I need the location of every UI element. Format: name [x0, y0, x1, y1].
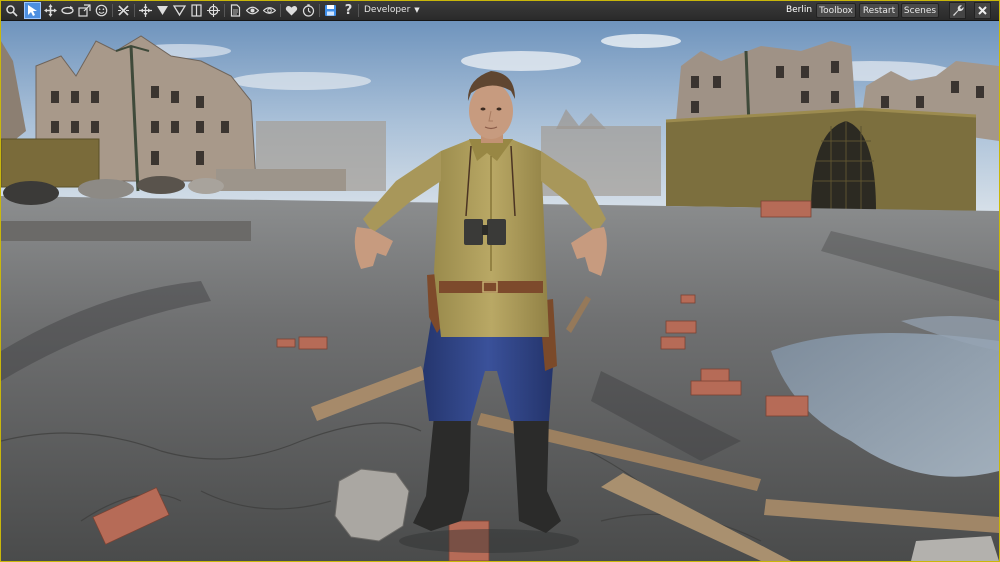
- scene-render: [1, 21, 999, 561]
- location-label: Berlin: [785, 5, 813, 15]
- chevron-down-icon: ▼: [414, 6, 420, 14]
- mode-dropdown-value: Developer: [364, 5, 411, 15]
- clock-icon[interactable]: [300, 2, 317, 19]
- save-icon[interactable]: [322, 2, 339, 19]
- zoom-icon[interactable]: [3, 2, 20, 19]
- select-cursor-icon[interactable]: [24, 2, 41, 19]
- filter-icon[interactable]: [154, 2, 171, 19]
- snap-icon[interactable]: [137, 2, 154, 19]
- game-viewport[interactable]: [1, 21, 999, 561]
- eye-icon[interactable]: [244, 2, 261, 19]
- funnel-icon[interactable]: [171, 2, 188, 19]
- scale-icon[interactable]: [76, 2, 93, 19]
- move-icon[interactable]: [42, 2, 59, 19]
- restart-button[interactable]: Restart: [859, 3, 899, 18]
- document-icon[interactable]: [227, 2, 244, 19]
- rotate-icon[interactable]: [59, 2, 76, 19]
- mode-dropdown[interactable]: Developer ▼: [361, 3, 420, 18]
- eye-outline-icon[interactable]: [261, 2, 278, 19]
- smiley-icon[interactable]: [93, 2, 110, 19]
- crosshair-icon[interactable]: [205, 2, 222, 19]
- editor-window: ? Developer ▼ Berlin Toolbox Restart Sce…: [0, 0, 1000, 562]
- cross-icon[interactable]: [115, 2, 132, 19]
- heart-icon[interactable]: [283, 2, 300, 19]
- toolbox-button[interactable]: Toolbox: [816, 3, 856, 18]
- wrench-icon[interactable]: [949, 2, 966, 19]
- close-icon[interactable]: [974, 2, 991, 19]
- help-icon[interactable]: ?: [340, 2, 357, 19]
- toolbar: ? Developer ▼ Berlin Toolbox Restart Sce…: [1, 1, 999, 21]
- scenes-button[interactable]: Scenes: [901, 3, 939, 18]
- panel-icon[interactable]: [188, 2, 205, 19]
